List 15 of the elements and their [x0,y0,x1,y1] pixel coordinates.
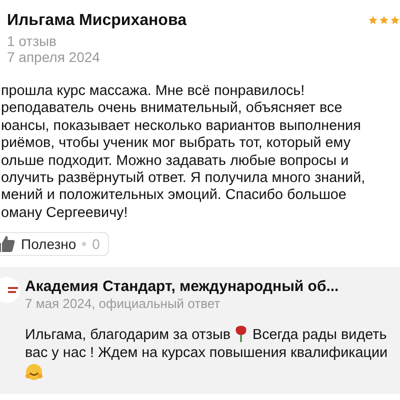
reviewer-name: Ильгама Мисриханова [7,12,186,30]
star-icon [390,15,400,25]
company-logo [0,277,20,304]
review-date: 7 апреля 2024 [7,49,101,65]
company-name: Академия Стандарт, международный об... [25,278,340,296]
star-icon [368,15,378,25]
review-count: 1 отзыв [7,33,58,49]
review-text: прошла курс массажа. Мне всё понравилось! реподаватель очень внимательный, объясняет все юансы, показывает несколько вариантов выполнения риёмов, чтобы ученик мог выбрать тот, который ему ольше подходит. Можно задавать любые вопросы и олучить развёрнутый ответ. Я получила много знаний, мений и положительных эмоций. Спасибо большое оману Сергеевичу! [1,83,366,222]
helpful-button[interactable]: Полезно 0 [0,232,109,256]
reply-text: Ильгама, благодарим за отзыв Всегда рады видеть вас у нас ! Ждем на курсах повышения квалификации [25,325,400,382]
smiley-icon [25,363,43,382]
star-icon [379,15,389,25]
rose-icon [234,325,248,342]
reply-meta: 7 мая 2024, официальный ответ [25,296,222,312]
thumbs-up-icon [0,235,15,254]
